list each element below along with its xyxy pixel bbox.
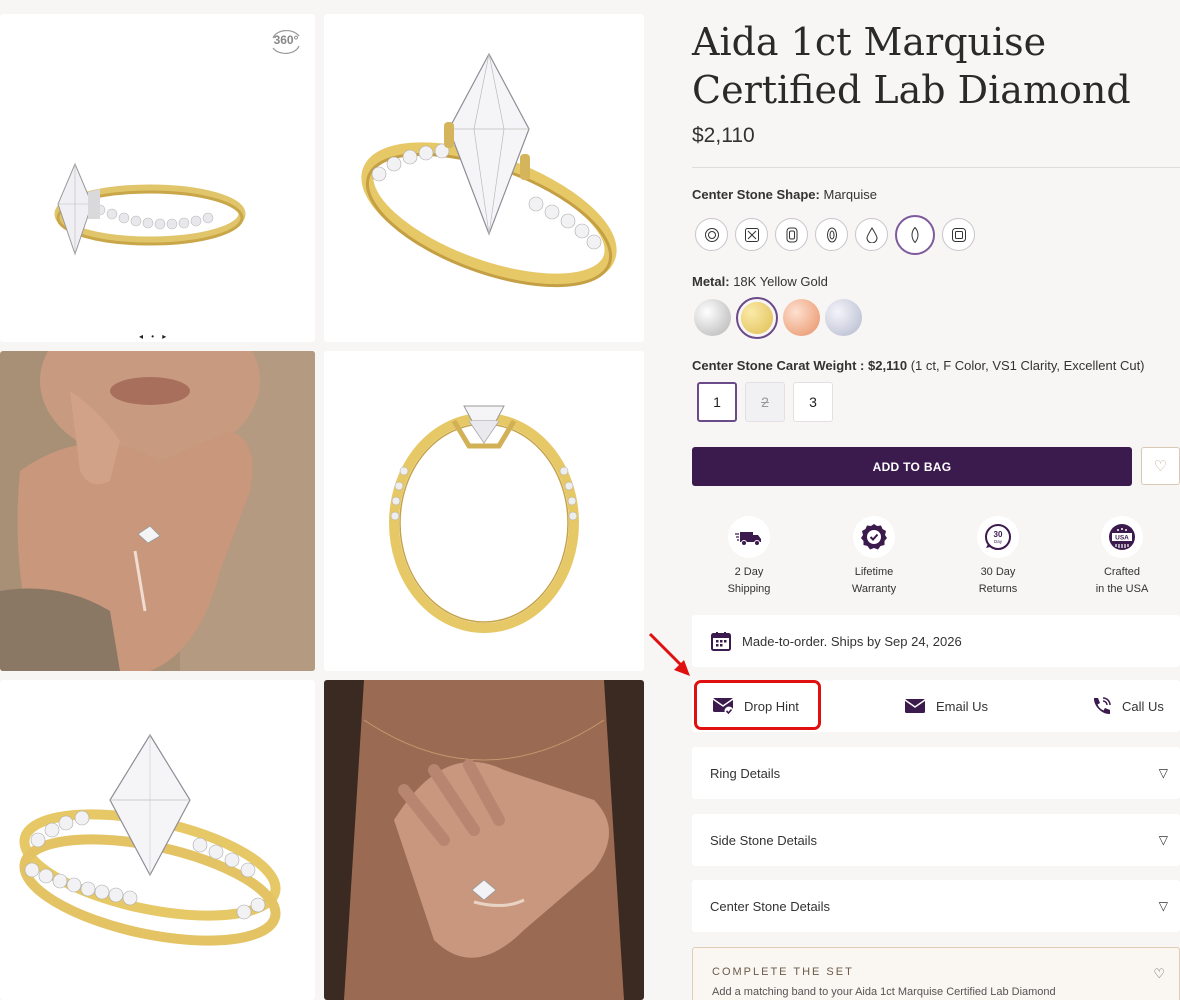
shape-option-label: Center Stone Shape: Marquise: [692, 187, 877, 202]
ship-notice: Made-to-order. Ships by Sep 24, 2026: [692, 615, 1180, 667]
360-view-icon[interactable]: 360°: [267, 22, 305, 60]
perk-warranty-line1: Lifetime: [854, 566, 894, 578]
shape-marquise-button[interactable]: [895, 215, 935, 255]
calendar-icon: [711, 632, 731, 651]
shape-asscher-button[interactable]: [735, 218, 768, 251]
chevron-down-icon: ▽: [1158, 833, 1168, 847]
usa-badge-icon: USA: [1101, 516, 1143, 558]
annotation-arrow-icon: [648, 632, 690, 676]
call-us-button[interactable]: Call Us: [1090, 680, 1164, 732]
svg-text:30: 30: [994, 530, 1003, 539]
annotation-highlight-box: [694, 680, 821, 730]
ring-angle-view-image: [361, 52, 617, 288]
metal-selector: [694, 297, 862, 339]
cushion-shape-icon: [786, 227, 797, 242]
slider-dots[interactable]: ◂ • ▸: [139, 332, 169, 341]
carat-option-price: $2,110: [868, 358, 908, 373]
svg-text:USA: USA: [1115, 535, 1129, 542]
accordion-ring-details[interactable]: Ring Details ▽: [692, 747, 1180, 799]
gallery-image-ring-angle-view[interactable]: [324, 14, 644, 342]
perk-returns-line2: Returns: [978, 583, 1018, 595]
gallery-image-model-hand-neck[interactable]: [324, 680, 644, 1000]
round-shape-icon: [704, 227, 719, 242]
accordion-center-stone-details-label: Center Stone Details: [710, 898, 830, 914]
perk-shipping-line2: Shipping: [727, 583, 771, 595]
shape-pear-button[interactable]: [855, 218, 888, 251]
shape-selector: [695, 215, 975, 255]
accordion-ring-details-label: Ring Details: [710, 765, 781, 781]
gallery-image-ring-side-view[interactable]: 360° ◂ • ▸: [0, 14, 315, 342]
perk-usa: USA Crafted in the USA: [1077, 516, 1167, 598]
marquise-shape-icon: [911, 227, 919, 243]
complete-the-set-card[interactable]: COMPLETE THE SET Add a matching band to …: [692, 947, 1180, 1000]
carat-2-button: 2: [745, 382, 785, 422]
product-title: Aida 1ct Marquise Certified Lab Diamond: [692, 20, 1131, 112]
shape-radiant-button[interactable]: [942, 218, 975, 251]
metal-yellow-gold-swatch[interactable]: [736, 297, 778, 339]
product-price: $2,110: [692, 124, 755, 147]
accordion-side-stone-details[interactable]: Side Stone Details ▽: [692, 814, 1180, 866]
call-us-label: Call Us: [1122, 698, 1164, 714]
accordion-side-stone-details-label: Side Stone Details: [710, 832, 817, 848]
chevron-down-icon: ▽: [1158, 766, 1168, 780]
asscher-shape-icon: [744, 227, 759, 242]
carat-3-button[interactable]: 3: [793, 382, 833, 422]
phone-icon: [1093, 697, 1111, 715]
heart-icon[interactable]: ♡: [1153, 966, 1165, 982]
radiant-shape-icon: [951, 227, 966, 242]
gallery-image-bridal-set[interactable]: [0, 680, 315, 1000]
perk-usa-line2: in the USA: [1095, 583, 1149, 595]
carat-option-label: Center Stone Carat Weight : $2,110 (1 ct…: [692, 358, 1145, 373]
email-us-button[interactable]: Email Us: [904, 680, 988, 732]
perk-warranty: Lifetime Warranty: [829, 516, 919, 598]
metal-option-label: Metal: 18K Yellow Gold: [692, 274, 828, 289]
bridal-set-image: [19, 733, 281, 946]
ring-front-view-image: [389, 405, 579, 633]
perk-shipping: 2 Day Shipping: [704, 516, 794, 598]
shape-round-button[interactable]: [695, 218, 728, 251]
complete-the-set-description: Add a matching band to your Aida 1ct Mar…: [712, 986, 1056, 998]
complete-the-set-title: COMPLETE THE SET: [712, 966, 854, 978]
shape-option-value: Marquise: [823, 187, 877, 202]
metal-option-value: 18K Yellow Gold: [733, 274, 828, 289]
shape-oval-button[interactable]: [815, 218, 848, 251]
oval-shape-icon: [826, 227, 837, 242]
ship-notice-text: Made-to-order. Ships by Sep 24, 2026: [742, 633, 962, 649]
perk-warranty-line2: Warranty: [851, 583, 897, 595]
model-hand-face-image: [0, 351, 315, 671]
ring-side-view-image: [54, 162, 246, 256]
carat-option-detail: (1 ct, F Color, VS1 Clarity, Excellent C…: [910, 358, 1145, 373]
add-to-bag-button[interactable]: ADD TO BAG: [692, 447, 1132, 486]
chevron-down-icon: ▽: [1158, 899, 1168, 913]
perk-usa-line1: Crafted: [1103, 566, 1141, 578]
metal-white-gold-swatch[interactable]: [694, 299, 731, 336]
carat-selector: 1 2 3: [697, 382, 833, 422]
gallery-image-model-hand-face[interactable]: [0, 351, 315, 671]
pear-shape-icon: [865, 226, 878, 243]
perk-returns: 30 Day 30 Day Returns: [953, 516, 1043, 598]
30-day-returns-icon: 30 Day: [977, 516, 1019, 558]
carat-1-button[interactable]: 1: [697, 382, 737, 422]
divider: [692, 167, 1180, 168]
wishlist-heart-icon[interactable]: ♡: [1141, 447, 1180, 485]
email-us-label: Email Us: [936, 698, 989, 714]
perk-shipping-line1: 2 Day: [734, 566, 764, 578]
metal-platinum-swatch[interactable]: [825, 299, 862, 336]
model-hand-neck-image: [324, 680, 644, 1000]
metal-rose-gold-swatch[interactable]: [783, 299, 820, 336]
accordion-center-stone-details[interactable]: Center Stone Details ▽: [692, 880, 1180, 932]
shape-cushion-button[interactable]: [775, 218, 808, 251]
envelope-icon: [904, 699, 926, 713]
perk-returns-line1: 30 Day: [980, 566, 1016, 578]
warranty-badge-icon: [853, 516, 895, 558]
truck-icon: [728, 516, 770, 558]
svg-text:Day: Day: [994, 539, 1003, 544]
gallery-image-ring-front-view[interactable]: [324, 351, 644, 671]
